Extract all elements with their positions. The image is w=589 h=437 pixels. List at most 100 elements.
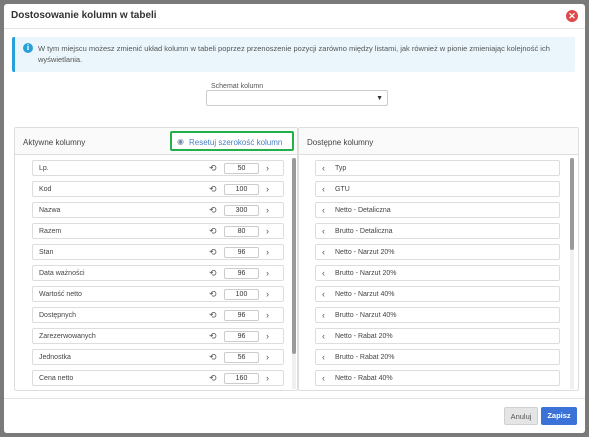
column-name: Netto - Detaliczna — [335, 207, 391, 214]
list-item[interactable]: Dostępnych ⟲ 96 › — [32, 307, 284, 323]
chevron-left-icon[interactable]: ‹ — [322, 373, 325, 383]
refresh-icon[interactable]: ⟲ — [209, 163, 217, 173]
scroll-thumb[interactable] — [570, 158, 574, 251]
list-item[interactable]: ‹ Netto - Detaliczna — [315, 202, 560, 218]
chevron-left-icon[interactable]: ‹ — [322, 205, 325, 215]
column-width-input[interactable]: 56 — [224, 352, 259, 363]
chevron-right-icon[interactable]: › — [266, 226, 269, 236]
cancel-button[interactable]: Anuluj — [504, 407, 538, 425]
column-name: Brutto - Detaliczna — [335, 228, 393, 235]
column-width-input[interactable]: 96 — [224, 331, 259, 342]
chevron-right-icon[interactable]: › — [266, 331, 269, 341]
chevron-left-icon[interactable]: ‹ — [322, 352, 325, 362]
refresh-icon[interactable]: ⟲ — [209, 268, 217, 278]
list-item[interactable]: Cena netto ⟲ 160 › — [32, 370, 284, 386]
refresh-icon[interactable]: ⟲ — [209, 205, 217, 215]
column-width-input[interactable]: 80 — [224, 226, 259, 237]
column-name: Nazwa — [39, 207, 61, 214]
active-columns-list: Lp. ⟲ 50 › Kod ⟲ 100 › Nazwa ⟲ 300 › Razem ⟲ 80 › Stan ⟲ 9… — [15, 156, 297, 390]
list-item[interactable]: ‹ Netto - Narzut 40% — [315, 286, 560, 302]
list-item[interactable]: ‹ GTU — [315, 181, 560, 197]
list-item[interactable]: Razem ⟲ 80 › — [32, 223, 284, 239]
list-item[interactable]: ‹ Netto - Narzut 20% — [315, 244, 560, 260]
column-name: GTU — [335, 186, 350, 193]
list-item[interactable]: Kod ⟲ 100 › — [32, 181, 284, 197]
save-button[interactable]: Zapisz — [541, 407, 577, 425]
chevron-left-icon[interactable]: ‹ — [322, 163, 325, 173]
chevron-right-icon[interactable]: › — [266, 373, 269, 383]
column-name: Stan — [39, 249, 54, 256]
list-item[interactable]: Jednostka ⟲ 56 › — [32, 349, 284, 365]
list-item[interactable]: ‹ Brutto - Narzut 20% — [315, 265, 560, 281]
list-item[interactable]: ‹ Brutto - Narzut 40% — [315, 307, 560, 323]
list-item[interactable]: ‹ Netto - Rabat 40% — [315, 370, 560, 386]
column-name: Dostępnych — [39, 312, 76, 319]
refresh-icon[interactable]: ⟲ — [209, 226, 217, 236]
chevron-right-icon[interactable]: › — [266, 310, 269, 320]
list-item[interactable]: Data ważności ⟲ 96 › — [32, 265, 284, 281]
available-columns-panel: Dostępne kolumny ‹ Typ ‹ GTU ‹ Netto - Detali… — [298, 127, 579, 391]
column-name: Cena netto — [39, 375, 74, 382]
available-columns-list: ‹ Typ ‹ GTU ‹ Netto - Detaliczna ‹ Brutto - Det… — [299, 156, 578, 390]
column-width-input[interactable]: 100 — [224, 289, 259, 300]
reset-width-label: Resetuj szerokość kolumn — [189, 138, 283, 147]
refresh-icon[interactable]: ⟲ — [209, 289, 217, 299]
column-name: Brutto - Rabat 20% — [335, 354, 395, 361]
list-item[interactable]: Wartość netto ⟲ 100 › — [32, 286, 284, 302]
column-width-input[interactable]: 50 — [224, 163, 259, 174]
info-alert: i W tym miejscu możesz zmienić układ kol… — [12, 37, 575, 72]
chevron-right-icon[interactable]: › — [266, 247, 269, 257]
column-name: Netto - Narzut 40% — [335, 291, 395, 298]
column-width-input[interactable]: 96 — [224, 247, 259, 258]
active-columns-title: Aktywne kolumny — [23, 138, 86, 147]
list-item[interactable]: ‹ Typ — [315, 160, 560, 176]
refresh-icon[interactable]: ⟲ — [209, 184, 217, 194]
chevron-left-icon[interactable]: ‹ — [322, 226, 325, 236]
list-item[interactable]: ‹ Brutto - Detaliczna — [315, 223, 560, 239]
schema-label: Schemat kolumn — [211, 83, 264, 90]
column-name: Kod — [39, 186, 52, 193]
chevron-right-icon[interactable]: › — [266, 352, 269, 362]
chevron-left-icon[interactable]: ‹ — [322, 289, 325, 299]
chevron-left-icon[interactable]: ‹ — [322, 184, 325, 194]
chevron-left-icon[interactable]: ‹ — [322, 268, 325, 278]
list-item[interactable]: ‹ Netto - Rabat 20% — [315, 328, 560, 344]
column-width-input[interactable]: 100 — [224, 184, 259, 195]
list-item[interactable]: Stan ⟲ 96 › — [32, 244, 284, 260]
column-name: Typ — [335, 165, 347, 172]
refresh-icon[interactable]: ⟲ — [209, 352, 217, 362]
list-item[interactable]: Nazwa ⟲ 300 › — [32, 202, 284, 218]
list-item[interactable]: Zarezerwowanych ⟲ 96 › — [32, 328, 284, 344]
refresh-icon[interactable]: ⟲ — [209, 373, 217, 383]
active-columns-scrollbar[interactable] — [292, 158, 296, 389]
chevron-left-icon[interactable]: ‹ — [322, 247, 325, 257]
chevron-right-icon[interactable]: › — [266, 205, 269, 215]
column-width-input[interactable]: 300 — [224, 205, 259, 216]
close-icon[interactable]: ✕ — [566, 10, 578, 22]
refresh-icon[interactable]: ⟲ — [209, 331, 217, 341]
column-width-input[interactable]: 96 — [224, 268, 259, 279]
chevron-right-icon[interactable]: › — [266, 163, 269, 173]
chevron-right-icon[interactable]: › — [266, 289, 269, 299]
column-name: Netto - Narzut 20% — [335, 249, 395, 256]
scroll-thumb[interactable] — [292, 158, 296, 355]
chevron-left-icon[interactable]: ‹ — [322, 310, 325, 320]
chevron-left-icon[interactable]: ‹ — [322, 331, 325, 341]
column-settings-dialog: Dostosowanie kolumn w tabeli ✕ i W tym m… — [4, 4, 585, 433]
chevron-right-icon[interactable]: › — [266, 268, 269, 278]
chevron-right-icon[interactable]: › — [266, 184, 269, 194]
schema-select[interactable]: ▼ — [206, 90, 388, 106]
active-columns-panel: Aktywne kolumny ◉ Resetuj szerokość kolu… — [14, 127, 298, 391]
list-item[interactable]: Lp. ⟲ 50 › — [32, 160, 284, 176]
column-width-input[interactable]: 160 — [224, 373, 259, 384]
available-columns-scrollbar[interactable] — [570, 158, 574, 389]
refresh-icon[interactable]: ⟲ — [209, 247, 217, 257]
dialog-title: Dostosowanie kolumn w tabeli — [11, 10, 157, 21]
caret-down-icon: ▼ — [376, 95, 383, 102]
eye-icon: ◉ — [177, 137, 184, 146]
column-name: Zarezerwowanych — [39, 333, 96, 340]
column-width-input[interactable]: 96 — [224, 310, 259, 321]
list-item[interactable]: ‹ Brutto - Rabat 20% — [315, 349, 560, 365]
reset-width-button[interactable]: ◉ Resetuj szerokość kolumn — [170, 131, 294, 151]
refresh-icon[interactable]: ⟲ — [209, 310, 217, 320]
